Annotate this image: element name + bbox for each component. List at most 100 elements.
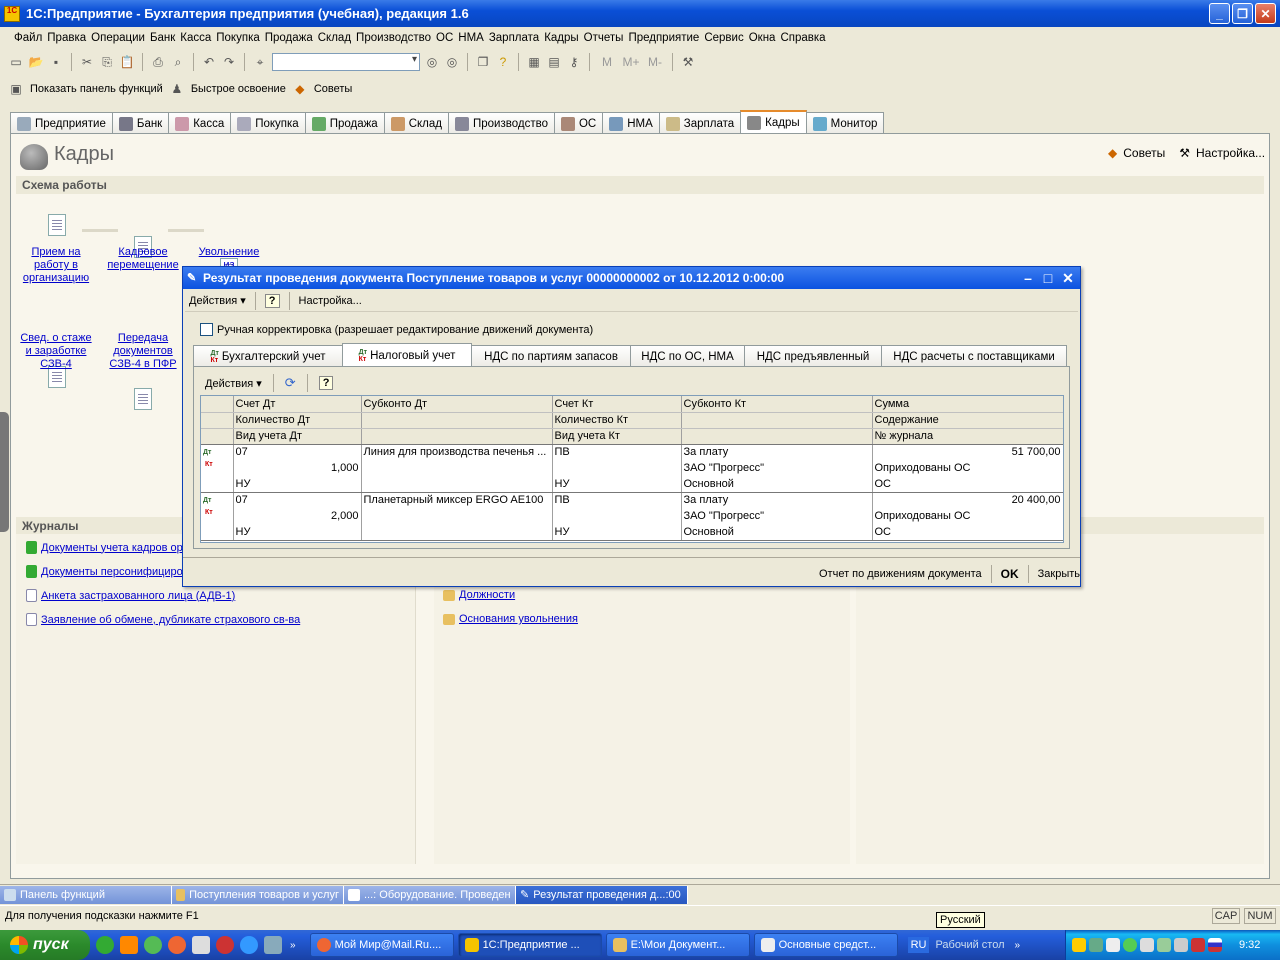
menu-bank[interactable]: Банк <box>150 32 179 44</box>
calculator-icon[interactable]: ▦ <box>526 54 542 70</box>
opera-icon[interactable] <box>216 936 234 954</box>
tab-nma[interactable]: НМА <box>602 112 660 134</box>
window-tab-equipment[interactable]: ...: Оборудование. Проведен <box>344 885 516 904</box>
tab-bank[interactable]: Банк <box>111 112 170 134</box>
dialog-settings-button[interactable]: Настройка... <box>299 295 362 307</box>
start-button[interactable]: пуск <box>0 930 90 960</box>
dialog-title-bar[interactable]: ✎ Результат проведения документа Поступл… <box>183 267 1080 289</box>
printer-icon[interactable] <box>1106 938 1120 952</box>
copy-icon[interactable]: ⎘ <box>99 54 115 70</box>
undo-icon[interactable]: ↶ <box>201 54 217 70</box>
tab-os[interactable]: ОС <box>553 112 604 134</box>
new-document-icon[interactable]: ▭ <box>8 54 24 70</box>
russian-flag-icon[interactable] <box>1208 938 1222 952</box>
chevron-icon[interactable]: » <box>1015 940 1021 951</box>
journal-link-personal-docs[interactable]: Документы персонифициро <box>41 566 183 578</box>
print-icon[interactable]: ⎙ <box>150 54 166 70</box>
ref-link-positions[interactable]: Должности <box>459 589 515 601</box>
maximize-button[interactable]: ❐ <box>1232 3 1253 24</box>
chrome-icon[interactable] <box>144 936 162 954</box>
firefox-icon[interactable] <box>168 936 186 954</box>
windows-icon[interactable]: ❐ <box>475 54 491 70</box>
status-icon[interactable] <box>1123 938 1137 952</box>
language-indicator[interactable]: RU <box>907 937 930 953</box>
window-tab-functions-panel[interactable]: Панель функций <box>0 885 172 904</box>
volume-icon[interactable] <box>1174 938 1188 952</box>
menu-file[interactable]: Файл <box>14 32 46 44</box>
tab-salary[interactable]: Зарплата <box>658 112 742 134</box>
journal-link-adv1[interactable]: Анкета застрахованного лица (АДВ-1) <box>41 590 235 602</box>
panel-settings-button[interactable]: Настройка... <box>1196 146 1265 160</box>
menu-operations[interactable]: Операции <box>91 32 149 44</box>
tab-sales[interactable]: Продажа <box>304 112 385 134</box>
tab-vat-presented[interactable]: НДС предъявленный <box>744 345 882 367</box>
shield-icon[interactable] <box>1191 938 1205 952</box>
scheme-pfr-link[interactable]: Передача документов СЗВ-4 в ПФР <box>100 332 186 371</box>
journal-link-exchange[interactable]: Заявление об обмене, дубликате страховог… <box>41 614 300 626</box>
window-icon[interactable] <box>192 936 210 954</box>
tab-purchase[interactable]: Покупка <box>230 112 306 134</box>
preview-icon[interactable]: ⌕ <box>170 54 186 70</box>
dialog-close-button[interactable]: ✕ <box>1059 269 1077 287</box>
scheme-hire-link[interactable]: Прием на работу в организацию <box>14 246 98 285</box>
memory-plus-button[interactable]: М+ <box>621 54 641 70</box>
task-explorer[interactable]: E:\Мои Документ... <box>605 933 750 957</box>
menu-hr[interactable]: Кадры <box>544 32 582 44</box>
ok-button[interactable]: OK <box>1001 567 1019 581</box>
menu-salary[interactable]: Зарплата <box>489 32 543 44</box>
window-icon[interactable] <box>1140 938 1154 952</box>
tab-vat-batches[interactable]: НДС по партиям запасов <box>471 345 631 367</box>
window-tab-receipts[interactable]: Поступления товаров и услуг <box>172 885 344 904</box>
movements-report-button[interactable]: Отчет по движениям документа <box>819 568 982 580</box>
tab-monitor[interactable]: Монитор <box>805 112 885 134</box>
document-icon[interactable] <box>48 214 66 236</box>
network-icon[interactable] <box>1089 938 1103 952</box>
task-1c[interactable]: 1С:Предприятие ... <box>457 933 602 957</box>
find-next-icon[interactable]: ◎ <box>424 54 440 70</box>
chat-icon[interactable] <box>1157 938 1171 952</box>
scheme-szv4-link[interactable]: Свед. о стаже и заработке СЗВ-4 <box>14 332 98 371</box>
tab-hr[interactable]: Кадры <box>740 110 807 134</box>
open-icon[interactable]: 📂 <box>28 54 44 70</box>
tab-cash[interactable]: Касса <box>168 112 232 134</box>
help-1c-icon[interactable]: ? <box>495 54 511 70</box>
tab-vat-os-nma[interactable]: НДС по ОС, НМА <box>630 345 745 367</box>
show-panel-button[interactable]: Показать панель функций <box>30 83 163 95</box>
quick-learn-button[interactable]: Быстрое освоение <box>191 83 286 95</box>
scheme-transfer-link[interactable]: Кадровое перемещение <box>100 246 186 272</box>
tab-accounting[interactable]: Дт Кт Бухгалтерский учет <box>193 345 343 367</box>
table-row[interactable]: Дт Кт 07 Линия для производства печенья ..… <box>201 443 1063 493</box>
menu-warehouse[interactable]: Склад <box>318 32 355 44</box>
document-icon[interactable] <box>134 388 152 410</box>
key-icon[interactable]: ⚷ <box>566 54 582 70</box>
beeline-icon[interactable] <box>1072 938 1086 952</box>
minimize-button[interactable]: _ <box>1209 3 1230 24</box>
journal-link-hr-docs[interactable]: Документы учета кадров ор <box>41 542 183 554</box>
cut-icon[interactable]: ✂ <box>79 54 95 70</box>
search-combo-input[interactable] <box>272 53 420 71</box>
tab-warehouse[interactable]: Склад <box>383 112 449 134</box>
menu-service[interactable]: Сервис <box>704 32 747 44</box>
tab-production[interactable]: Производство <box>448 112 555 134</box>
scheme-dismissal-link[interactable]: Увольнение из <box>188 246 270 266</box>
panel-collapse-handle[interactable] <box>0 412 9 532</box>
window-title-bar[interactable]: 1С 1С:Предприятие - Бухгалтерия предприя… <box>0 0 1280 27</box>
redo-icon[interactable]: ↷ <box>221 54 237 70</box>
desktop-icon[interactable] <box>264 936 282 954</box>
table-row[interactable]: Дт Кт 07 Планетарный миксер ERGO AE100 ПВ За… <box>201 492 1063 541</box>
close-button[interactable]: ✕ <box>1255 3 1276 24</box>
save-icon[interactable]: ▪ <box>48 54 64 70</box>
refresh-icon[interactable]: ⟳ <box>285 375 296 391</box>
memory-minus-button[interactable]: М- <box>645 54 665 70</box>
ie-icon[interactable] <box>240 936 258 954</box>
find-prev-icon[interactable]: ◎ <box>444 54 460 70</box>
tips-button[interactable]: Советы <box>314 83 352 95</box>
menu-nma[interactable]: НМА <box>458 32 488 44</box>
dialog-help-button[interactable]: ? <box>264 293 280 308</box>
menu-reports[interactable]: Отчеты <box>584 32 628 44</box>
paste-icon[interactable]: 📋 <box>119 54 135 70</box>
utorrent-icon[interactable] <box>96 936 114 954</box>
desktop-toolbar[interactable]: Рабочий стол <box>935 939 1004 951</box>
menu-os[interactable]: ОС <box>436 32 457 44</box>
dialog-maximize-button[interactable]: □ <box>1039 269 1057 287</box>
